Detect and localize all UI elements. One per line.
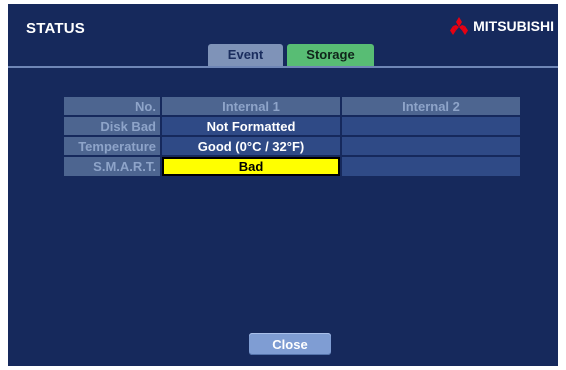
cell-disk-bad-internal-1: Not Formatted [162,117,340,135]
header-internal-2: Internal 2 [342,97,520,115]
tab-bar: Event Storage [208,44,374,66]
table-row: Temperature Good (0°C / 32°F) [64,137,520,155]
tab-storage[interactable]: Storage [287,44,374,66]
cell-temperature-internal-2 [342,137,520,155]
tab-divider [8,66,558,68]
brand-logo: MITSUBISHI [448,17,554,35]
cell-temperature-internal-1: Good (0°C / 32°F) [162,137,340,155]
row-label-smart: S.M.A.R.T. [64,157,160,176]
cell-smart-internal-1[interactable]: Bad [162,157,340,176]
row-label-temperature: Temperature [64,137,160,155]
status-window: STATUS MITSUBISHI Event Storage No. Inte… [8,4,558,366]
brand-name: MITSUBISHI [473,18,554,34]
storage-status-table: No. Internal 1 Internal 2 Disk Bad Not F… [62,95,522,178]
table-header-row: No. Internal 1 Internal 2 [64,97,520,115]
close-button[interactable]: Close [249,333,331,355]
mitsubishi-diamonds-icon [450,17,469,35]
cell-disk-bad-internal-2 [342,117,520,135]
table-row: Disk Bad Not Formatted [64,117,520,135]
row-label-disk-bad: Disk Bad [64,117,160,135]
table-row: S.M.A.R.T. Bad [64,157,520,176]
cell-smart-internal-2 [342,157,520,176]
window-title: STATUS [26,20,85,37]
tab-event[interactable]: Event [208,44,283,66]
header-no: No. [64,97,160,115]
header-internal-1: Internal 1 [162,97,340,115]
